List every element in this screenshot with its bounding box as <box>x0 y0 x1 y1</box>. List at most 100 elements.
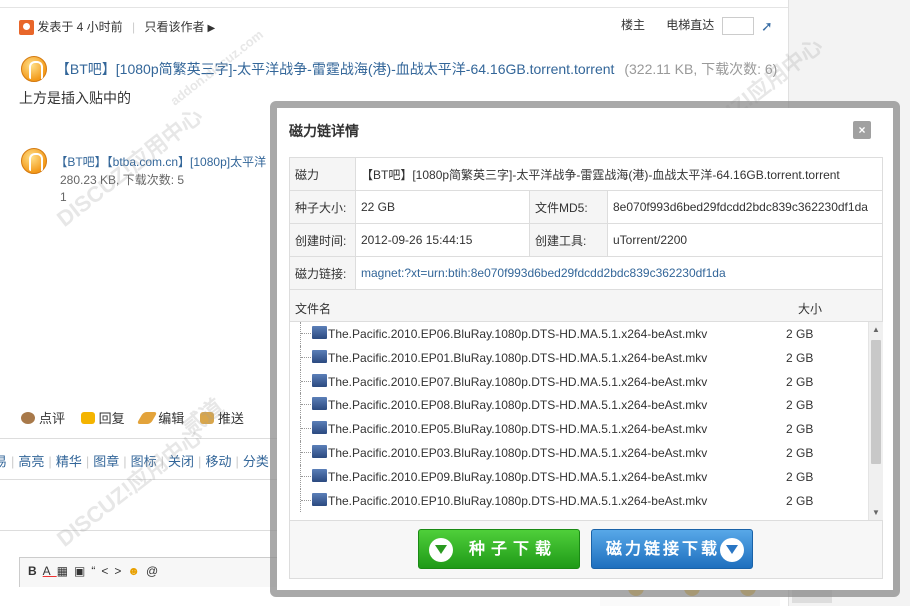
post-meta-row: 发表于 4 小时前 | 只看该作者 ▶ 楼主 电梯直达 ➚ <box>19 16 775 36</box>
video-file-icon <box>312 349 327 363</box>
file-size-header: 大小 <box>798 302 823 316</box>
close-icon[interactable]: × <box>853 121 871 139</box>
file-size: 2 GB <box>786 350 814 365</box>
file-name: The.Pacific.2010.EP08.BluRay.1080p.DTS-H… <box>328 398 708 413</box>
post-body-text: 上方是插入贴中的 <box>19 90 131 106</box>
smiley-button[interactable]: ☻ <box>127 564 146 578</box>
section-divider <box>0 530 280 531</box>
magnet-details-dialog: 磁力链详情 × 磁力 【BT吧】[1080p简繁英三字]-太平洋战争-雷霆战海(… <box>277 108 893 590</box>
separator: | <box>132 20 136 34</box>
md5-label: 文件MD5: <box>529 190 608 224</box>
file-row[interactable]: The.Pacific.2010.EP05.BluRay.1080p.DTS-H… <box>290 417 868 441</box>
author-icon <box>19 20 34 36</box>
image-button[interactable]: ▦ <box>57 564 74 578</box>
seed-download-button[interactable]: 种子下载 <box>418 529 580 569</box>
post-actions: 点评 回复 编辑 推送 <box>21 408 256 427</box>
editor-toolbar: BA▦▣“<>☻@ <box>19 557 279 587</box>
only-author-link[interactable]: 只看该作者 <box>145 20 205 34</box>
top-divider <box>0 0 788 8</box>
elevator-label: 电梯直达 <box>666 18 715 32</box>
comment-icon <box>21 412 35 424</box>
scrollbar-thumb[interactable] <box>871 340 881 464</box>
attachment-size-downloads: 280.23 KB, 下载次数: 5 <box>60 173 185 187</box>
video-file-icon <box>312 421 327 435</box>
admin-item-move[interactable]: 移动 <box>205 454 231 469</box>
file-size: 2 GB <box>786 445 814 460</box>
font-color-button[interactable]: A <box>43 564 57 578</box>
magnet-link-value[interactable]: magnet:?xt=urn:btih:8e070f993d6bed29fdcd… <box>355 256 883 290</box>
magnet-name-value: 【BT吧】[1080p简繁英三字]-太平洋战争-雷霆战海(港)-血战太平洋-64… <box>355 157 883 191</box>
attachment-row-1: 【BT吧】[1080p简繁英三字]-太平洋战争-雷霆战海(港)-血战太平洋-64… <box>21 56 777 82</box>
floor-label: 楼主 <box>620 18 645 32</box>
video-file-icon <box>312 397 327 411</box>
attachment-row-2: 【BT吧】【btba.com.cn】[1080p]太平洋 <box>21 148 266 174</box>
mention-button[interactable]: @ <box>146 564 164 578</box>
admin-item-close[interactable]: 关闭 <box>168 454 194 469</box>
created-tool-value: uTorrent/2200 <box>607 223 883 257</box>
triangle-right-icon: ▶ <box>207 23 216 34</box>
code-button[interactable]: <> <box>101 564 127 578</box>
file-list-scrollbar[interactable]: ▲ ▼ <box>868 322 883 520</box>
file-list: 文件名 大小 The.Pacific.2010.EP06.BluRay.1080… <box>289 289 883 521</box>
created-time-label: 创建时间: <box>289 223 356 257</box>
file-list-header: 文件名 大小 <box>290 290 882 322</box>
bold-button[interactable]: B <box>28 564 43 578</box>
reply-action[interactable]: 回复 <box>80 411 125 426</box>
file-size: 2 GB <box>786 493 814 508</box>
torrent-size-value: 22 GB <box>355 190 530 224</box>
edit-label: 编辑 <box>158 411 185 426</box>
admin-item-icon[interactable]: 图标 <box>131 454 157 469</box>
file-name: The.Pacific.2010.EP07.BluRay.1080p.DTS-H… <box>328 374 708 389</box>
download-icon <box>720 538 744 562</box>
file-row[interactable]: The.Pacific.2010.EP07.BluRay.1080p.DTS-H… <box>290 369 868 394</box>
file-row[interactable]: The.Pacific.2010.EP03.BluRay.1080p.DTS-H… <box>290 440 868 465</box>
md5-value: 8e070f993d6bed29fdcdd2bdc839c362230df1da <box>607 190 883 224</box>
created-time-value: 2012-09-26 15:44:15 <box>355 223 530 257</box>
torrent-info-table: 磁力 【BT吧】[1080p简繁英三字]-太平洋战争-雷霆战海(港)-血战太平洋… <box>289 157 883 290</box>
admin-toolbar: 易 | 高亮 | 精华 | 图章 | 图标 | 关闭 | 移动 | 分类 <box>0 438 290 480</box>
dialog-footer: 种子下载 磁力链接下载 <box>289 521 883 579</box>
admin-item-category[interactable]: 分类 <box>243 454 269 469</box>
file-list-body: The.Pacific.2010.EP06.BluRay.1080p.DTS-H… <box>290 322 868 520</box>
floor-input[interactable] <box>721 16 754 35</box>
video-file-icon <box>312 326 327 339</box>
admin-item[interactable]: 易 <box>0 454 7 469</box>
file-row[interactable]: The.Pacific.2010.EP01.BluRay.1080p.DTS-H… <box>290 345 868 370</box>
file-name: The.Pacific.2010.EP03.BluRay.1080p.DTS-H… <box>328 445 708 460</box>
admin-item-stamp[interactable]: 图章 <box>93 454 119 469</box>
file-size: 2 GB <box>786 469 814 484</box>
floor-nav: 楼主 电梯直达 ➚ <box>621 16 775 35</box>
admin-item-highlight[interactable]: 高亮 <box>18 454 44 469</box>
reply-icon <box>80 412 95 424</box>
file-row[interactable]: The.Pacific.2010.EP08.BluRay.1080p.DTS-H… <box>290 393 868 418</box>
comment-action[interactable]: 点评 <box>21 411 65 426</box>
file-row[interactable]: The.Pacific.2010.EP10.BluRay.1080p.DTS-H… <box>290 488 868 513</box>
quote-button[interactable]: “ <box>91 564 101 578</box>
edit-icon <box>136 412 158 424</box>
file-size: 2 GB <box>786 398 814 413</box>
magnet-download-label: 磁力链接下载 <box>606 541 721 558</box>
file-row[interactable]: The.Pacific.2010.EP09.BluRay.1080p.DTS-H… <box>290 464 868 489</box>
file-name: The.Pacific.2010.EP06.BluRay.1080p.DTS-H… <box>328 327 708 341</box>
attachment-link-1[interactable]: 【BT吧】[1080p简繁英三字]-太平洋战争-雷霆战海(港)-血战太平洋-64… <box>56 61 615 77</box>
reply-label: 回复 <box>98 411 125 426</box>
edit-action[interactable]: 编辑 <box>136 411 185 426</box>
attachment-info-1: (322.11 KB, 下载次数: 6) <box>624 61 778 77</box>
attachment-button[interactable]: ▣ <box>74 564 91 578</box>
scroll-down-icon[interactable]: ▼ <box>872 508 880 517</box>
file-row[interactable]: The.Pacific.2010.EP06.BluRay.1080p.DTS-H… <box>290 322 868 346</box>
attachment-link-2[interactable]: 【BT吧】【btba.com.cn】[1080p]太平洋 <box>55 155 266 169</box>
magnet-download-button[interactable]: 磁力链接下载 <box>591 529 753 569</box>
torrent-size-label: 种子大小: <box>289 190 356 224</box>
file-size: 2 GB <box>786 422 814 437</box>
scroll-up-icon[interactable]: ▲ <box>872 325 880 334</box>
push-action[interactable]: 推送 <box>199 411 244 426</box>
push-icon <box>199 412 214 424</box>
file-name: The.Pacific.2010.EP10.BluRay.1080p.DTS-H… <box>328 493 708 508</box>
admin-item-digest[interactable]: 精华 <box>56 454 82 469</box>
video-file-icon <box>312 373 327 387</box>
attachment-icon <box>21 148 47 174</box>
comment-label: 点评 <box>39 411 66 426</box>
attachment-icon <box>21 56 47 82</box>
go-arrow-icon[interactable]: ➚ <box>761 19 775 33</box>
